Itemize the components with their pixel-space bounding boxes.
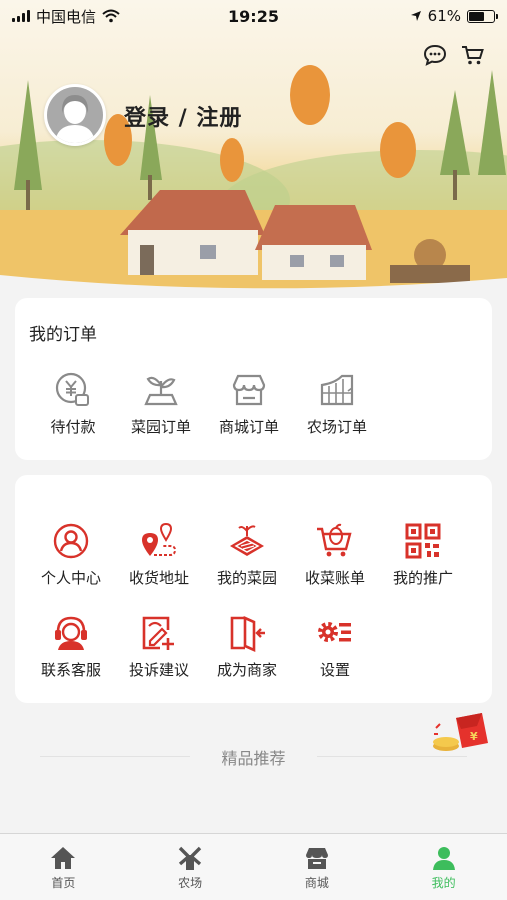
battery-icon [467, 9, 498, 23]
address-icon [139, 521, 179, 561]
settings-icon [315, 613, 355, 653]
order-pending-payment[interactable]: 待付款 [29, 370, 117, 437]
store-order-icon [229, 370, 269, 410]
order-store[interactable]: 商城订单 [205, 370, 293, 437]
service-harvest-bill[interactable]: 收菜账单 [291, 521, 379, 588]
cart-icon[interactable] [461, 44, 485, 66]
tab-farm[interactable]: 农场 [127, 834, 254, 900]
service-become-merchant-label: 成为商家 [216, 661, 277, 679]
payment-icon [53, 370, 93, 410]
service-feedback-label: 投诉建议 [128, 661, 189, 679]
service-settings-label: 设置 [319, 661, 350, 679]
service-contact-support[interactable]: 联系客服 [27, 613, 115, 680]
tab-home[interactable]: 首页 [0, 834, 127, 900]
service-my-promotion[interactable]: 我的推广 [379, 521, 467, 588]
farm-order-icon [317, 370, 357, 410]
tab-store-label: 商城 [304, 876, 329, 890]
login-register-link[interactable]: 登录 / 注册 [124, 100, 242, 132]
services-card: 个人中心 收货地址 我的菜园 收菜账单 我的推广 联系客服 投诉建议 成为商家 … [15, 475, 492, 703]
order-garden-label: 菜园订单 [130, 418, 191, 436]
harvest-cart-icon [315, 521, 355, 561]
user-icon [51, 521, 91, 561]
customer-service-icon [51, 613, 91, 653]
profile-icon [432, 847, 455, 870]
service-my-promotion-label: 我的推广 [392, 569, 453, 587]
order-garden[interactable]: 菜园订单 [117, 370, 205, 437]
tab-farm-label: 农场 [178, 876, 203, 890]
merchant-icon [227, 613, 267, 653]
tab-profile[interactable]: 我的 [380, 834, 507, 900]
chat-bubble-icon[interactable] [423, 44, 447, 66]
service-my-garden[interactable]: 我的菜园 [203, 521, 291, 588]
store-icon [305, 848, 328, 869]
service-my-garden-label: 我的菜园 [216, 569, 277, 587]
service-personal-center-label: 个人中心 [40, 569, 101, 587]
clock: 19:25 [228, 6, 279, 26]
service-become-merchant[interactable]: 成为商家 [203, 613, 291, 680]
service-personal-center[interactable]: 个人中心 [27, 521, 115, 588]
qrcode-icon [403, 521, 443, 561]
recommend-section-title: 精品推荐 [0, 745, 507, 769]
service-feedback[interactable]: 投诉建议 [115, 613, 203, 680]
order-farm[interactable]: 农场订单 [293, 370, 381, 437]
my-orders-title: 我的订单 [29, 325, 97, 345]
tab-home-label: 首页 [51, 876, 76, 890]
service-settings[interactable]: 设置 [291, 613, 379, 680]
order-store-label: 商城订单 [218, 418, 279, 436]
service-harvest-bill-label: 收菜账单 [304, 569, 365, 587]
feedback-icon [139, 613, 179, 653]
service-address-label: 收货地址 [128, 569, 189, 587]
svg-text:¥: ¥ [470, 730, 478, 743]
service-contact-support-label: 联系客服 [40, 661, 101, 679]
my-orders-card: 我的订单 待付款 菜园订单 商城订单 农场订单 [15, 298, 492, 460]
tab-profile-label: 我的 [431, 876, 456, 890]
bottom-tab-bar: 首页 农场 商城 我的 [0, 833, 507, 900]
windmill-icon [178, 846, 202, 870]
home-icon [51, 847, 76, 869]
avatar[interactable] [44, 84, 106, 146]
tab-store[interactable]: 商城 [254, 834, 381, 900]
order-farm-label: 农场订单 [306, 418, 367, 436]
garden-order-icon [141, 370, 181, 410]
status-bar: 中国电信 19:25 61% [0, 0, 507, 32]
service-address[interactable]: 收货地址 [115, 521, 203, 588]
garden-icon [227, 521, 267, 561]
order-pending-payment-label: 待付款 [50, 418, 96, 436]
default-avatar-icon [47, 87, 103, 143]
